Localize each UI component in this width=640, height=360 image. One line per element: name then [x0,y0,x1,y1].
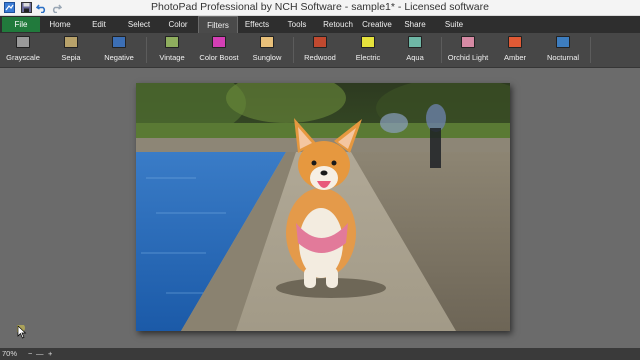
zoom-in-button[interactable]: + [48,349,52,359]
tab-creative[interactable]: Creative [359,17,395,32]
aqua-label: Aqua [406,53,424,62]
vintage-label: Vintage [159,53,185,62]
electric-icon [361,36,375,48]
amber-button[interactable]: Amber [496,36,534,67]
image-workspace[interactable] [0,68,640,348]
negative-button[interactable]: Negative [98,36,140,67]
zoom-level[interactable]: 70% [2,349,17,359]
sepia-icon [64,36,78,48]
negative-label: Negative [104,53,134,62]
electric-label: Electric [355,53,381,62]
sunglow-label: Sunglow [252,53,282,62]
color-boost-button[interactable]: Color Boost [198,36,240,67]
zoom-out-button[interactable]: − [28,349,32,359]
vintage-button[interactable]: Vintage [152,36,192,67]
orchid-light-icon [461,36,475,48]
sepia-label: Sepia [61,53,81,62]
electric-button[interactable]: Electric [348,36,388,67]
tab-effects[interactable]: Effects [240,17,274,32]
amber-label: Amber [503,53,527,62]
sunglow-icon [260,36,274,48]
nocturnal-icon [556,36,570,48]
grayscale-icon [16,36,30,48]
tab-home[interactable]: Home [44,17,76,32]
tab-select[interactable]: Select [122,17,156,32]
canvas-image[interactable] [136,83,510,331]
status-bar: 70% − — + [0,348,640,360]
aqua-icon [408,36,422,48]
grayscale-label: Grayscale [6,53,40,62]
title-bar: PhotoPad Professional by NCH Software - … [0,0,640,16]
nocturnal-label: Nocturnal [546,53,580,62]
tab-share[interactable]: Share [399,17,431,32]
mouse-cursor-icon [17,325,27,339]
zoom-slider[interactable]: — [36,349,44,359]
sepia-button[interactable]: Sepia [52,36,90,67]
grayscale-button[interactable]: Grayscale [2,36,44,67]
redwood-button[interactable]: Redwood [300,36,340,67]
window-title: PhotoPad Professional by NCH Software - … [151,1,489,13]
amber-icon [508,36,522,48]
tab-tools[interactable]: Tools [282,17,312,32]
tab-retouch[interactable]: Retouch [319,17,357,32]
toolbar-divider [441,37,442,63]
vintage-icon [165,36,179,48]
redwood-icon [313,36,327,48]
ribbon-tabs: File Home Edit Select Color Filters Effe… [0,16,640,34]
color-boost-icon [212,36,226,48]
toolbar-divider [146,37,147,63]
tab-suite[interactable]: Suite [438,17,470,32]
tab-filters[interactable]: Filters [198,16,238,34]
filters-toolbar: Grayscale Sepia Negative Vintage Color B… [0,33,640,68]
toolbar-divider [590,37,591,63]
aqua-button[interactable]: Aqua [396,36,434,67]
tab-color[interactable]: Color [162,17,194,32]
redwood-label: Redwood [304,53,336,62]
color-boost-label: Color Boost [199,53,239,62]
negative-icon [112,36,126,48]
nocturnal-button[interactable]: Nocturnal [542,36,584,67]
tab-edit[interactable]: Edit [84,17,114,32]
orchid-light-button[interactable]: Orchid Light [446,36,490,67]
tab-file[interactable]: File [2,17,40,32]
corgi-photo [136,83,510,331]
sunglow-button[interactable]: Sunglow [248,36,286,67]
toolbar-divider [293,37,294,63]
orchid-light-label: Orchid Light [447,53,489,62]
